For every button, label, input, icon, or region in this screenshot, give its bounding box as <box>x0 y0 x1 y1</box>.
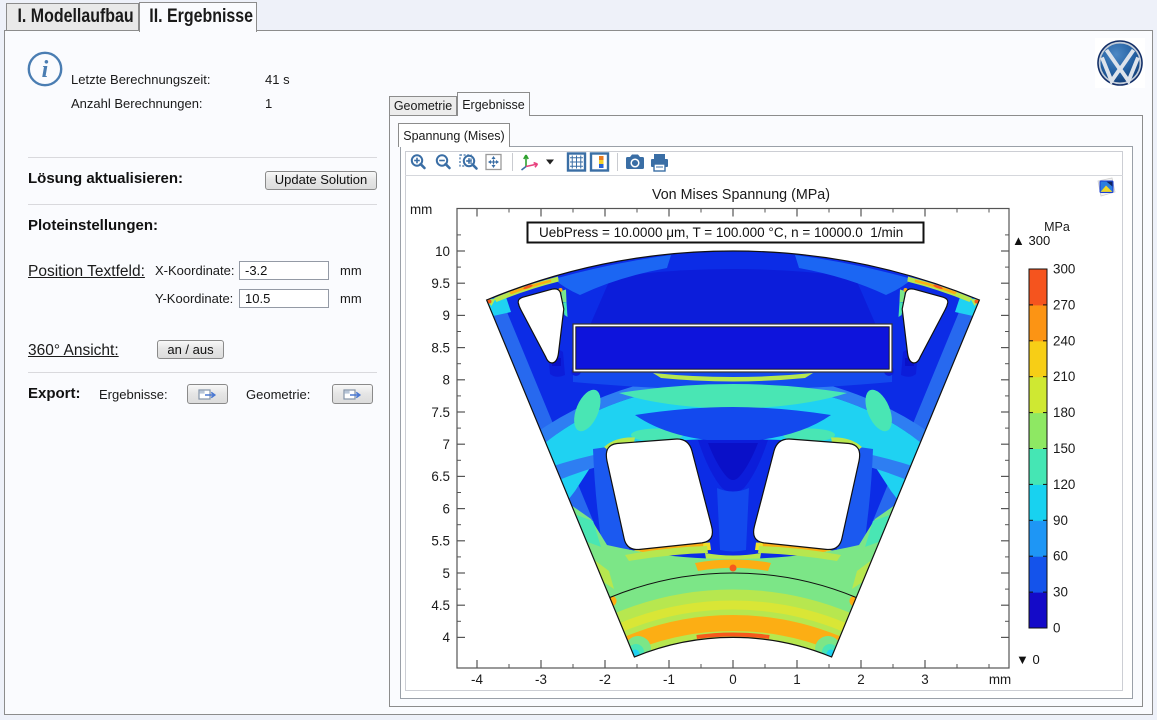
svg-text:300: 300 <box>1053 262 1075 277</box>
svg-text:270: 270 <box>1053 297 1075 312</box>
svg-text:10: 10 <box>435 244 450 259</box>
svg-text:180: 180 <box>1053 405 1075 420</box>
svg-text:▲ 300: ▲ 300 <box>1012 233 1050 248</box>
svg-text:30: 30 <box>1053 585 1068 600</box>
svg-text:210: 210 <box>1053 369 1075 384</box>
svg-text:90: 90 <box>1053 513 1068 528</box>
svg-text:0: 0 <box>729 672 736 687</box>
svg-text:-2: -2 <box>599 672 611 687</box>
svg-text:mm: mm <box>989 672 1011 687</box>
svg-text:-4: -4 <box>471 672 483 687</box>
svg-text:MPa: MPa <box>1044 220 1070 234</box>
svg-text:9: 9 <box>443 308 450 323</box>
svg-text:3: 3 <box>921 672 928 687</box>
svg-text:▼ 0: ▼ 0 <box>1016 652 1040 667</box>
svg-text:7: 7 <box>443 437 450 452</box>
svg-text:6: 6 <box>443 501 450 516</box>
svg-text:Von Mises Spannung (MPa): Von Mises Spannung (MPa) <box>652 187 830 203</box>
svg-text:0: 0 <box>1053 621 1060 636</box>
svg-text:2: 2 <box>857 672 864 687</box>
svg-text:6.5: 6.5 <box>431 469 450 484</box>
svg-text:150: 150 <box>1053 441 1075 456</box>
svg-text:1: 1 <box>793 672 800 687</box>
svg-text:-1: -1 <box>663 672 675 687</box>
svg-text:7.5: 7.5 <box>431 405 450 420</box>
svg-text:240: 240 <box>1053 333 1075 348</box>
svg-text:5.5: 5.5 <box>431 534 450 549</box>
svg-text:i: i <box>42 57 49 83</box>
svg-text:mm: mm <box>410 202 432 217</box>
svg-text:-3: -3 <box>535 672 547 687</box>
svg-text:4.5: 4.5 <box>431 598 450 613</box>
svg-text:UebPress = 10.0000 μm, T = 100: UebPress = 10.0000 μm, T = 100.000 °C, n… <box>539 225 903 240</box>
svg-text:5: 5 <box>443 566 450 581</box>
svg-text:4: 4 <box>443 630 451 645</box>
svg-text:8.5: 8.5 <box>431 340 450 355</box>
svg-text:9.5: 9.5 <box>431 276 450 291</box>
svg-text:8: 8 <box>443 373 450 388</box>
svg-text:60: 60 <box>1053 549 1068 564</box>
svg-text:120: 120 <box>1053 477 1075 492</box>
